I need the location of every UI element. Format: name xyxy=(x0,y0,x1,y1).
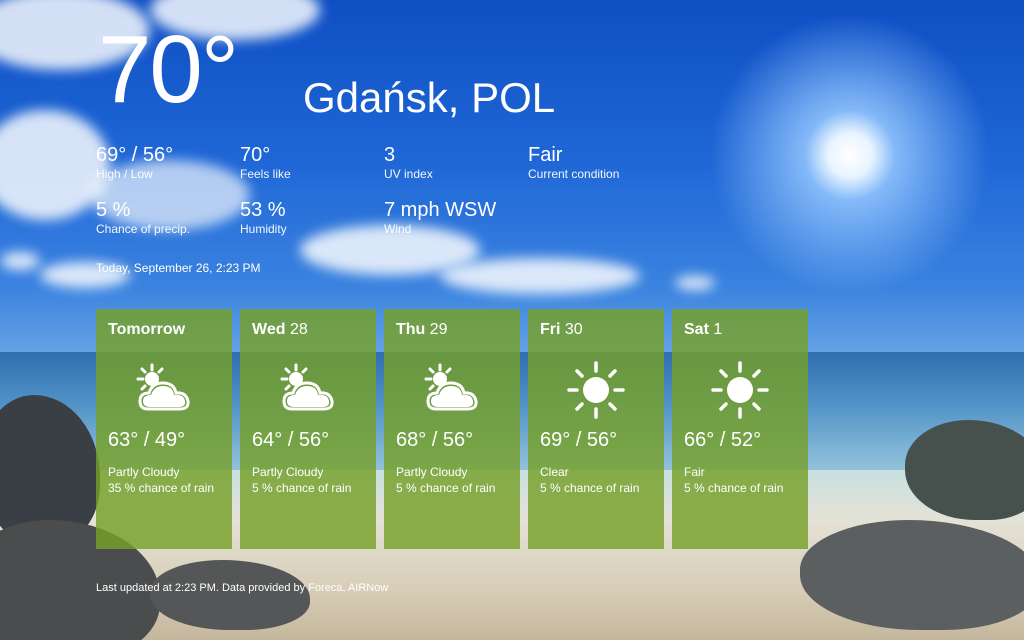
sun-icon xyxy=(567,361,625,419)
stat-value: 5 % xyxy=(96,199,131,221)
stat-label: Humidity xyxy=(240,222,287,236)
stat-label: High / Low xyxy=(96,167,153,181)
forecast-day: Wed 28 xyxy=(252,321,308,338)
partly-cloudy-icon xyxy=(280,363,334,411)
forecast-condition: Partly Cloudy xyxy=(108,465,180,479)
stat-label: UV index xyxy=(384,167,433,181)
forecast-day: Fri 30 xyxy=(540,321,583,338)
stat-precip: 5 % Chance of precip. xyxy=(96,199,190,236)
forecast-rain-chance: 5 % chance of rain xyxy=(396,481,496,495)
partly-cloudy-icon xyxy=(136,363,190,411)
stat-wind: 7 mph WSW Wind xyxy=(384,199,496,236)
footer-attribution: Last updated at 2:23 PM. Data provided b… xyxy=(96,582,389,594)
forecast-rain-chance: 5 % chance of rain xyxy=(684,481,784,495)
forecast-condition: Clear xyxy=(540,465,569,479)
location-name: Gdańsk, POL xyxy=(303,74,556,121)
sun-icon xyxy=(711,361,769,419)
stat-value: 7 mph WSW xyxy=(384,199,497,221)
stat-value: Fair xyxy=(528,144,563,166)
stat-value: 70° xyxy=(240,144,271,166)
forecast-tile-tomorrow[interactable]: Tomorrow 63° / 49° Partly Cloudy 35 % ch… xyxy=(96,309,232,549)
partly-cloudy-icon xyxy=(424,363,478,411)
forecast-rain-chance: 35 % chance of rain xyxy=(108,481,215,495)
forecast-high-low: 66° / 52° xyxy=(684,429,762,451)
stat-value: 3 xyxy=(384,144,396,166)
stat-label: Feels like xyxy=(240,167,291,181)
stat-uv-index: 3 UV index xyxy=(384,144,433,181)
forecast-rain-chance: 5 % chance of rain xyxy=(540,481,640,495)
forecast-condition: Partly Cloudy xyxy=(396,465,468,479)
rock xyxy=(800,520,1024,630)
stat-feels-like: 70° Feels like xyxy=(240,144,291,181)
forecast-high-low: 64° / 56° xyxy=(252,429,330,451)
forecast-tile-wed[interactable]: Wed 28 64° / 56° Partly Cloudy 5 % chanc… xyxy=(240,309,376,549)
stat-label: Chance of precip. xyxy=(96,222,191,236)
cloud xyxy=(440,258,640,294)
forecast-high-low: 63° / 49° xyxy=(108,429,186,451)
forecast-rain-chance: 5 % chance of rain xyxy=(252,481,352,495)
forecast-condition: Fair xyxy=(684,465,705,479)
stat-value: 53 % xyxy=(240,199,286,221)
current-timestamp: Today, September 26, 2:23 PM xyxy=(96,261,261,275)
forecast-tile-thu[interactable]: Thu 29 68° / 56° Partly Cloudy 5 % chanc… xyxy=(384,309,520,549)
stat-current-condition: Fair Current condition xyxy=(528,144,619,181)
forecast-day: Sat 1 xyxy=(684,321,723,338)
forecast-tile-fri[interactable]: Fri 30 69° / 56° Clear 5 % chance of rai… xyxy=(528,309,664,549)
cloud xyxy=(675,276,715,290)
stat-high-low: 69° / 56° High / Low xyxy=(96,144,173,181)
stat-label: Wind xyxy=(384,222,412,236)
forecast-day: Thu 29 xyxy=(396,321,448,338)
stat-humidity: 53 % Humidity xyxy=(240,199,287,236)
stat-label: Current condition xyxy=(528,167,620,181)
forecast-day: Tomorrow xyxy=(108,321,186,338)
current-temperature: 70° xyxy=(98,16,239,123)
forecast-condition: Partly Cloudy xyxy=(252,465,324,479)
cloud xyxy=(0,252,40,270)
stat-value: 69° / 56° xyxy=(96,144,174,166)
forecast-high-low: 68° / 56° xyxy=(396,429,474,451)
forecast-high-low: 69° / 56° xyxy=(540,429,618,451)
forecast-tile-sat[interactable]: Sat 1 66° / 52° Fair 5 % chance of rain xyxy=(672,309,808,549)
